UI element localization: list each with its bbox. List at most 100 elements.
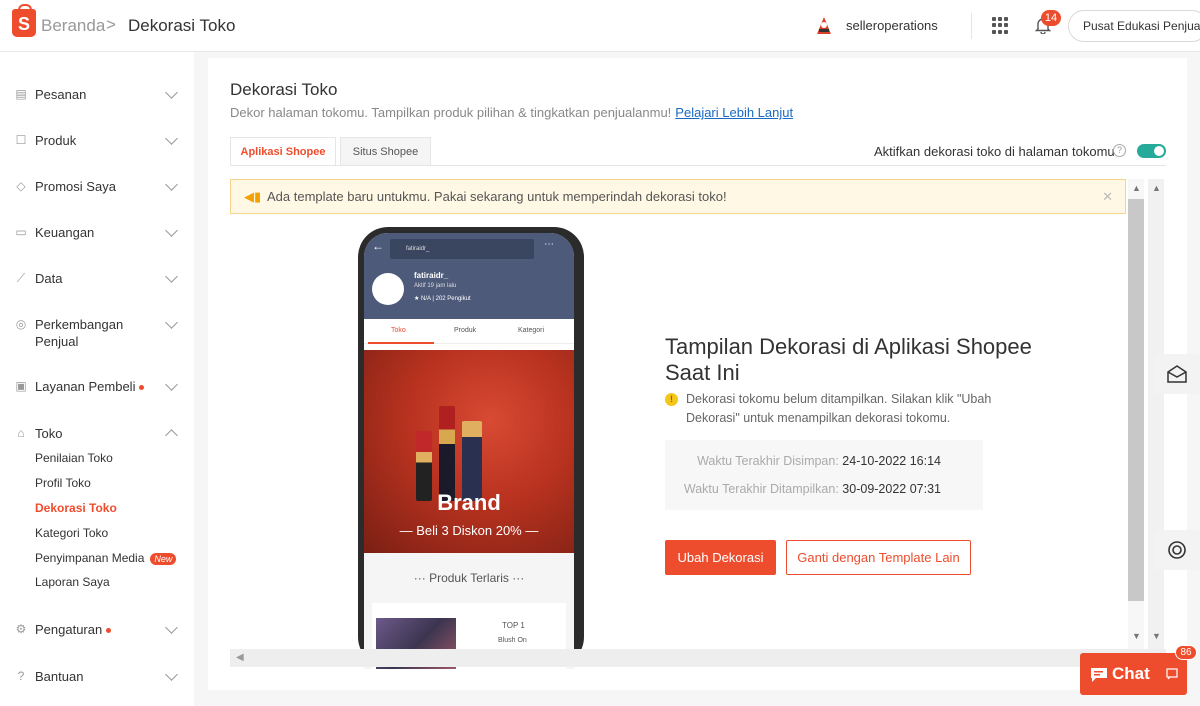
back-arrow-icon: ← bbox=[372, 239, 384, 253]
shopee-logo[interactable]: S bbox=[12, 4, 36, 37]
red-dot-indicator bbox=[106, 628, 112, 634]
sidebar-item-label: Promosi Saya bbox=[35, 179, 116, 194]
toggle-label: Aktifkan dekorasi toko di halaman tokomu bbox=[874, 144, 1115, 159]
chart-icon: ⟋ bbox=[16, 271, 26, 285]
phone-mockup: ← fatiraidr_ ⋯ fatiraidr_ Aktif 19 jam l… bbox=[358, 227, 584, 669]
info-title: Tampilan Dekorasi di Aplikasi Shopee Saa… bbox=[665, 334, 1032, 385]
outer-vertical-scrollbar[interactable]: ▲ ▼ bbox=[1148, 179, 1164, 649]
chevron-down-icon bbox=[165, 132, 178, 145]
sidebar-sub-dekorasi[interactable]: Dekorasi Toko bbox=[35, 501, 117, 515]
megaphone-icon: ◀▮ bbox=[244, 189, 262, 204]
phone-tab-toko: Toko bbox=[391, 327, 406, 334]
scroll-up-icon[interactable]: ▲ bbox=[1152, 183, 1161, 193]
shop-avatar bbox=[372, 273, 404, 305]
phone-shop-header: ← fatiraidr_ ⋯ fatiraidr_ Aktif 19 jam l… bbox=[364, 233, 574, 319]
phone-screen: ← fatiraidr_ ⋯ fatiraidr_ Aktif 19 jam l… bbox=[364, 233, 574, 669]
sidebar-sub-media[interactable]: Penyimpanan Media New bbox=[35, 551, 177, 565]
lipstick-image bbox=[439, 406, 455, 501]
tag-icon: ◇ bbox=[16, 179, 26, 193]
brand-text: Brand bbox=[437, 490, 501, 515]
headset-icon bbox=[1168, 541, 1186, 559]
edit-decoration-button[interactable]: Ubah Dekorasi bbox=[665, 540, 776, 575]
sidebar-item-label: Keuangan bbox=[35, 225, 95, 240]
shop-active: Aktif 19 jam lalu bbox=[414, 283, 457, 289]
info-note-text: Dekorasi tokomu belum ditampilkan. Silak… bbox=[686, 392, 992, 425]
sidebar-item-label: Toko bbox=[35, 426, 63, 441]
chevron-down-icon bbox=[165, 316, 178, 329]
sidebar-item-label: Perkembangan Penjual bbox=[35, 317, 124, 349]
shown-time-row: Waktu Terakhir Ditampilkan: 30-09-2022 0… bbox=[684, 482, 941, 496]
change-template-button[interactable]: Ganti dengan Template Lain bbox=[786, 540, 971, 575]
more-icon: ⋯ bbox=[544, 239, 554, 250]
notice-text: Ada template baru untukmu. Pakai sekaran… bbox=[267, 189, 727, 204]
horizontal-scrollbar[interactable]: ◀ bbox=[230, 649, 1166, 667]
sidebar-item-label: Pesanan bbox=[35, 87, 87, 102]
support-float-button[interactable] bbox=[1155, 530, 1200, 570]
user-avatar-icon[interactable] bbox=[813, 14, 835, 36]
sidebar-item-label: Layanan Pembeli bbox=[35, 379, 136, 394]
apps-grid-icon[interactable] bbox=[992, 17, 1009, 34]
saved-time-row: Waktu Terakhir Disimpan: 24-10-2022 16:1… bbox=[697, 454, 941, 468]
template-notice: ◀▮ Ada template baru untukmu. Pakai seka… bbox=[230, 179, 1126, 214]
close-icon[interactable]: ✕ bbox=[1102, 180, 1113, 213]
scroll-up-icon[interactable]: ▲ bbox=[1132, 183, 1141, 193]
learn-more-link[interactable]: Pelajari Lebih Lanjut bbox=[675, 105, 793, 120]
wallet-icon: ▭ bbox=[15, 225, 27, 239]
breadcrumb-home[interactable]: Beranda bbox=[41, 16, 105, 36]
sidebar-sub-laporan[interactable]: Laporan Saya bbox=[35, 575, 110, 589]
shop-stats: ★ N/A | 202 Pengikut bbox=[414, 296, 471, 302]
info-note: ! Dekorasi tokomu belum ditampilkan. Sil… bbox=[665, 390, 1005, 428]
top-header: S Beranda > Dekorasi Toko selleroperatio… bbox=[0, 0, 1200, 52]
phone-tab-produk: Produk bbox=[454, 327, 477, 334]
description-text: Dekor halaman tokomu. Tampilkan produk p… bbox=[230, 105, 672, 120]
scrollbar-thumb[interactable] bbox=[1128, 199, 1144, 601]
breadcrumb-separator: > bbox=[106, 15, 116, 34]
warning-icon: ! bbox=[665, 393, 678, 406]
sidebar-sub-kategori[interactable]: Kategori Toko bbox=[35, 526, 108, 540]
phone-tab-kategori: Kategori bbox=[518, 327, 545, 334]
inbox-float-button[interactable] bbox=[1155, 354, 1200, 394]
lipstick-image bbox=[462, 421, 482, 501]
sidebar-sub-penilaian[interactable]: Penilaian Toko bbox=[35, 451, 113, 465]
product-rank: TOP 1 bbox=[502, 621, 525, 630]
phone-search: fatiraidr_ bbox=[390, 239, 534, 259]
product-name: Blush On bbox=[498, 637, 527, 644]
section-title: ··· Produk Terlaris ··· bbox=[413, 571, 525, 585]
new-badge: New bbox=[150, 552, 177, 565]
scroll-down-icon[interactable]: ▼ bbox=[1152, 631, 1161, 641]
breadcrumb-current: Dekorasi Toko bbox=[128, 16, 236, 35]
headset-icon: ▣ bbox=[15, 379, 27, 393]
promo-text: — Beli 3 Diskon 20% — bbox=[399, 523, 539, 538]
shop-name: fatiraidr_ bbox=[414, 271, 449, 280]
box-icon: ☐ bbox=[15, 133, 27, 147]
scroll-left-icon[interactable]: ◀ bbox=[236, 652, 244, 663]
red-dot-indicator bbox=[139, 385, 145, 391]
chevron-down-icon bbox=[165, 178, 178, 191]
chevron-down-icon bbox=[165, 621, 178, 634]
tab-situs-shopee[interactable]: Situs Shopee bbox=[340, 137, 431, 166]
chat-icon bbox=[1091, 668, 1107, 682]
question-icon[interactable]: ? bbox=[1113, 144, 1126, 157]
sidebar-item-label: Produk bbox=[35, 133, 77, 148]
tab-aplikasi-shopee[interactable]: Aplikasi Shopee bbox=[230, 137, 336, 166]
sidebar-sub-profil[interactable]: Profil Toko bbox=[35, 476, 91, 490]
clipboard-icon: ▤ bbox=[15, 87, 27, 101]
notification-badge: 14 bbox=[1041, 10, 1061, 26]
vertical-scrollbar[interactable]: ▲ ▼ bbox=[1128, 179, 1144, 649]
preview-area: ◀▮ Ada template baru untukmu. Pakai seka… bbox=[230, 179, 1166, 669]
chevron-down-icon bbox=[165, 86, 178, 99]
medal-icon: ◎ bbox=[15, 317, 27, 331]
seller-education-button[interactable]: Pusat Edukasi Penjual bbox=[1068, 10, 1200, 42]
saved-value: 24-10-2022 16:14 bbox=[842, 454, 941, 468]
chevron-down-icon bbox=[165, 270, 178, 283]
gear-icon: ⚙ bbox=[15, 622, 27, 636]
username[interactable]: selleroperations bbox=[846, 18, 938, 33]
chat-button[interactable]: Chat bbox=[1080, 653, 1187, 695]
sidebar-item-label: Pengaturan bbox=[35, 622, 103, 637]
decoration-toggle[interactable] bbox=[1137, 144, 1166, 158]
chevron-down-icon bbox=[165, 378, 178, 391]
expand-icon bbox=[1166, 668, 1178, 680]
tabs-divider bbox=[230, 165, 1166, 166]
scroll-down-icon[interactable]: ▼ bbox=[1132, 631, 1141, 641]
timestamp-box: Waktu Terakhir Disimpan: 24-10-2022 16:1… bbox=[665, 440, 983, 510]
